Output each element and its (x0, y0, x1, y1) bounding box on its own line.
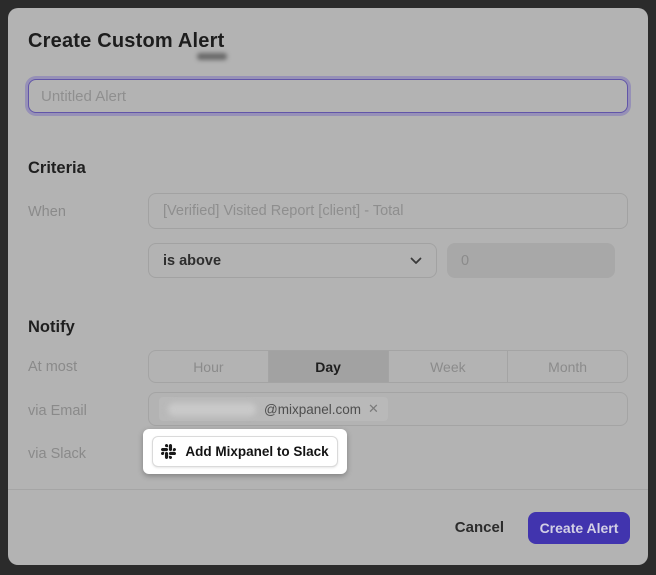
cancel-button[interactable]: Cancel (451, 513, 508, 542)
threshold-value: 0 (461, 253, 469, 269)
email-recipients-input[interactable]: @mixpanel.com ✕ (148, 392, 628, 426)
add-mixpanel-to-slack-button[interactable]: Add Mixpanel to Slack (152, 436, 338, 467)
dialog-footer: Cancel Create Alert (8, 490, 648, 565)
slack-spotlight-highlight: Add Mixpanel to Slack (143, 429, 347, 474)
frequency-option-week[interactable]: Week (388, 351, 508, 382)
frequency-option-month[interactable]: Month (507, 351, 627, 382)
email-chip: @mixpanel.com ✕ (159, 397, 388, 421)
slack-icon (161, 444, 176, 459)
operator-value: is above (163, 253, 221, 269)
threshold-input[interactable]: 0 (447, 243, 615, 278)
shadow-artifact (197, 53, 227, 60)
when-label: When (28, 204, 66, 220)
criteria-heading: Criteria (28, 159, 86, 178)
create-alert-button[interactable]: Create Alert (528, 512, 630, 544)
alert-name-input[interactable]: Untitled Alert (28, 79, 628, 113)
metric-value: [Verified] Visited Report [client] - Tot… (163, 203, 403, 219)
metric-input[interactable]: [Verified] Visited Report [client] - Tot… (148, 193, 628, 229)
notify-heading: Notify (28, 318, 75, 337)
operator-dropdown[interactable]: is above (148, 243, 437, 278)
dialog-title: Create Custom Alert (28, 30, 224, 53)
email-redacted-username (168, 403, 256, 416)
via-slack-label: via Slack (28, 446, 86, 462)
create-custom-alert-dialog: Create Custom Alert Untitled Alert Crite… (8, 8, 648, 565)
close-icon[interactable]: ✕ (368, 401, 379, 417)
frequency-segmented-control: Hour Day Week Month (148, 350, 628, 383)
alert-name-placeholder: Untitled Alert (41, 88, 126, 105)
frequency-option-hour[interactable]: Hour (149, 351, 268, 382)
slack-button-label: Add Mixpanel to Slack (185, 444, 328, 459)
frequency-option-day[interactable]: Day (268, 351, 388, 382)
at-most-label: At most (28, 359, 77, 375)
chevron-down-icon (410, 257, 422, 265)
via-email-label: via Email (28, 403, 87, 419)
email-domain: @mixpanel.com (264, 402, 361, 417)
